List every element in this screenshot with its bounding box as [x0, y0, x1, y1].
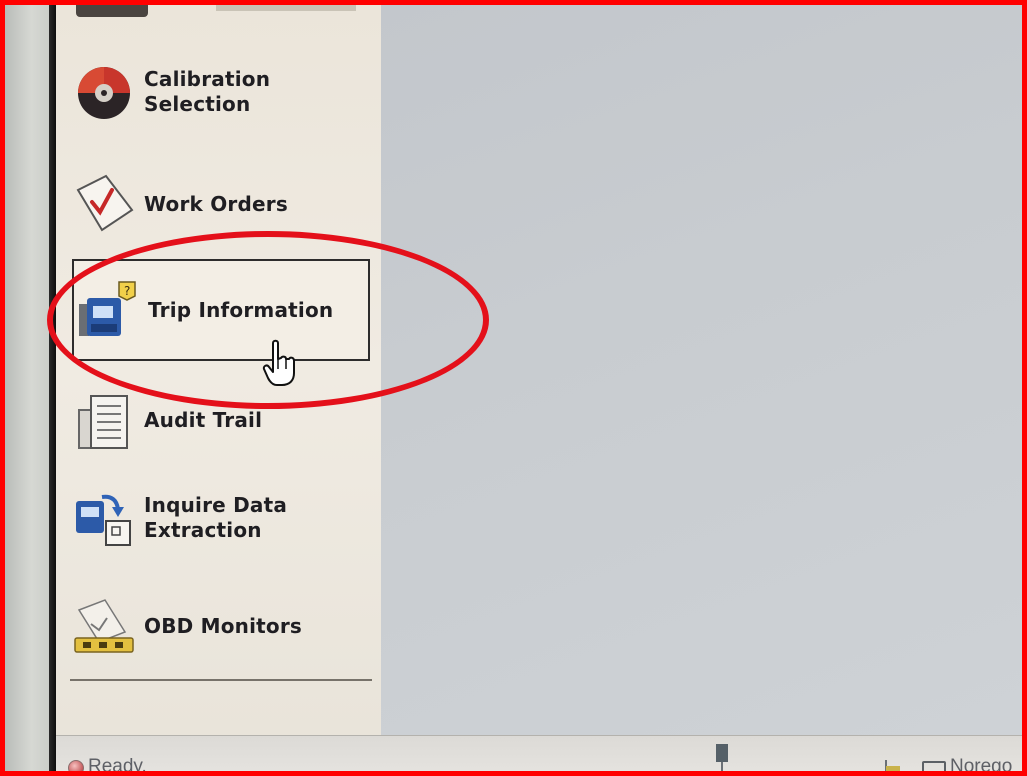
data-extraction-icon — [70, 484, 138, 552]
sidebar-item-label: Audit Trail — [144, 407, 263, 432]
trip-info-icon: ? — [74, 276, 142, 344]
sidebar-divider — [70, 679, 372, 681]
sidebar-item-audit-trail[interactable]: Audit Trail — [70, 375, 370, 465]
sidebar-item-label: Trip Information — [148, 297, 334, 322]
status-bar: Ready. Norego — [56, 735, 1022, 776]
obd-monitor-icon — [70, 592, 138, 660]
partial-top-label — [216, 5, 356, 11]
main-content-area — [381, 5, 1022, 735]
sidebar-item-inquire-data-extraction[interactable]: Inquire Data Extraction — [70, 473, 370, 563]
sidebar-item-trip-information[interactable]: ? Trip Information — [72, 259, 370, 361]
screen-frame: Calibration Selection Work Orders ? Trip… — [0, 0, 1027, 776]
calibration-disc-icon — [70, 58, 138, 126]
svg-text:?: ? — [124, 284, 130, 298]
sidebar-item-label: Work Orders — [144, 191, 288, 216]
connection-cable-icon — [716, 744, 900, 771]
partial-top-icon — [76, 5, 148, 17]
sidebar-item-obd-monitors[interactable]: OBD Monitors — [70, 581, 370, 671]
sidebar-item-calibration-selection[interactable]: Calibration Selection — [70, 47, 370, 137]
sidebar-item-label: Inquire Data Extraction — [144, 493, 288, 542]
device-icon — [922, 760, 946, 771]
audit-document-icon — [70, 386, 138, 454]
sidebar-item-label: OBD Monitors — [144, 613, 303, 638]
monitor-bezel — [5, 5, 53, 771]
device-name: Norego — [950, 756, 1013, 776]
status-indicator-icon — [68, 760, 84, 771]
clipboard-check-icon — [70, 170, 138, 238]
status-text: Ready. — [88, 756, 147, 776]
device-status: Norego — [922, 756, 1013, 776]
sidebar-item-label: Calibration Selection — [144, 67, 271, 116]
monitor-bezel-edge — [49, 5, 56, 771]
sidebar: Calibration Selection Work Orders ? Trip… — [56, 5, 381, 735]
sidebar-item-work-orders[interactable]: Work Orders — [70, 159, 370, 249]
